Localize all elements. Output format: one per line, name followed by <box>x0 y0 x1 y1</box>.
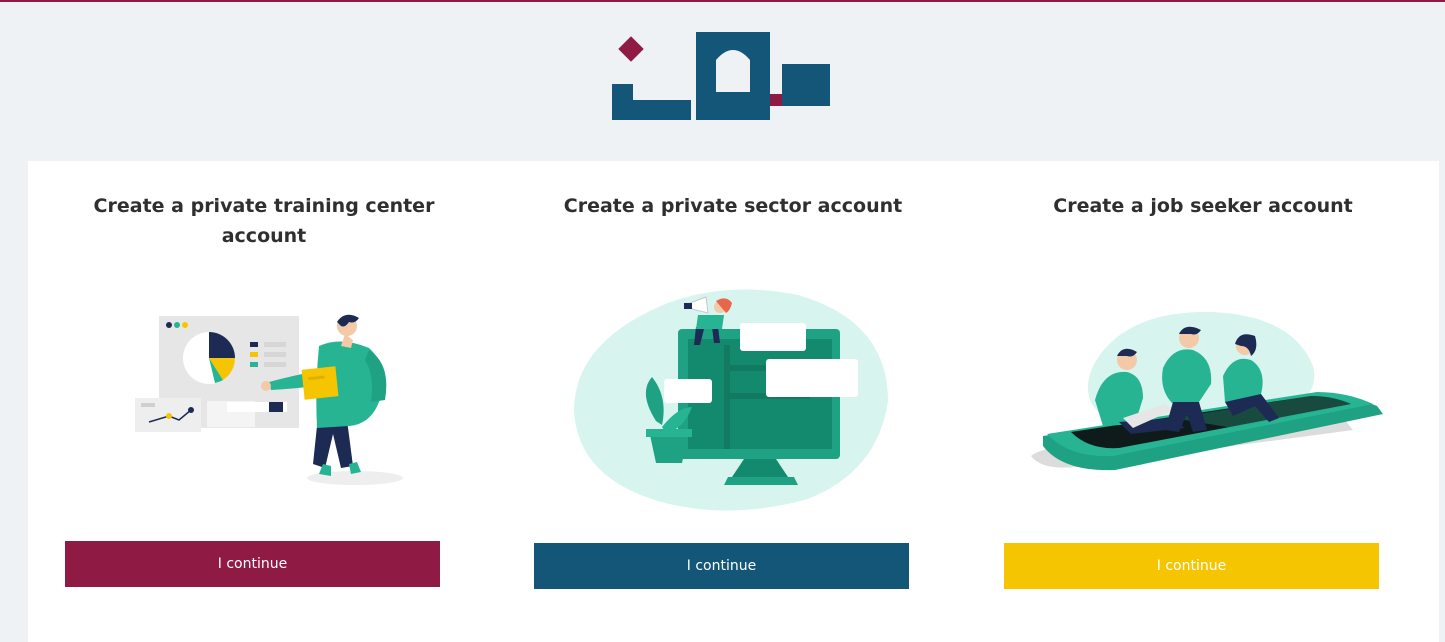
card-title: Create a job seeker account <box>1053 195 1353 217</box>
private-sector-card: Create a private sector account I contin… <box>497 161 969 642</box>
brand-logo-icon <box>612 32 830 120</box>
card-title: Create a private training center account <box>93 195 435 247</box>
account-type-cards: Create a private training center account <box>28 161 1439 642</box>
training-center-continue-button[interactable]: I continue <box>65 541 440 587</box>
presentation-chart-illustration <box>135 314 403 485</box>
private-sector-continue-button[interactable]: I continue <box>534 543 909 589</box>
people-on-phone-illustration <box>1031 311 1383 471</box>
monitor-megaphone-illustration <box>574 289 888 511</box>
job-seeker-card: Create a job seeker account I continue <box>967 161 1439 642</box>
job-seeker-continue-button[interactable]: I continue <box>1004 543 1379 589</box>
top-accent-line <box>0 0 1445 2</box>
card-title: Create a private sector account <box>563 195 903 217</box>
training-center-card: Create a private training center account <box>28 161 500 642</box>
